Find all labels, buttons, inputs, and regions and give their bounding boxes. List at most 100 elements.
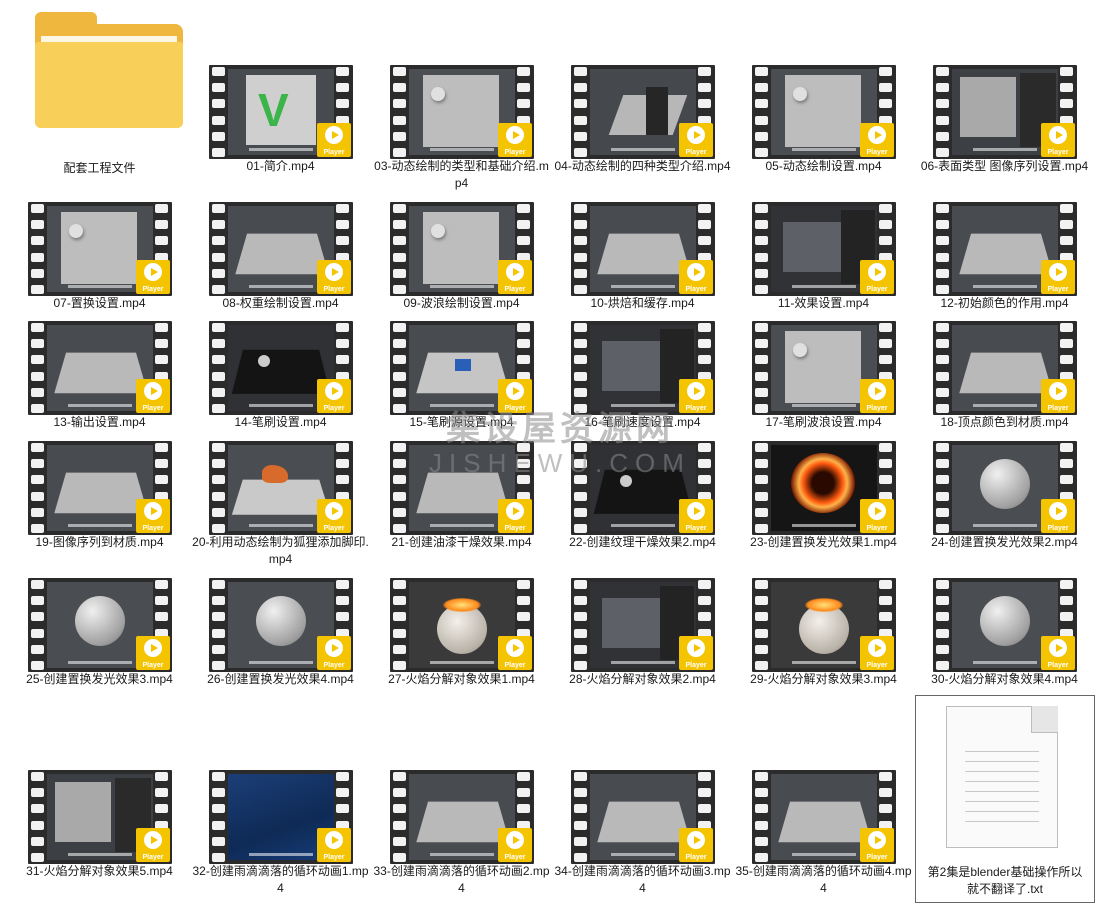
video-thumbnail: Player — [390, 578, 534, 672]
video-thumbnail: Player — [209, 321, 353, 415]
video-file-item[interactable]: Player 15-笔刷源设置.mp4 — [371, 321, 552, 451]
player-badge-icon: Player — [498, 123, 532, 157]
video-file-item[interactable]: Player 27-火焰分解对象效果1.mp4 — [371, 578, 552, 708]
player-badge-icon: Player — [498, 499, 532, 533]
film-strip-icon: Player — [752, 770, 896, 864]
film-strip-icon: Player — [390, 65, 534, 159]
video-file-item[interactable]: Player 26-创建置换发光效果4.mp4 — [190, 578, 371, 708]
video-file-item[interactable]: Player 04-动态绘制的四种类型介绍.mp4 — [552, 65, 733, 195]
text-file-item[interactable]: 第2集是blender基础操作所以就不翻译了.txt — [915, 695, 1095, 903]
video-thumbnail: Player — [933, 65, 1077, 159]
video-file-item[interactable]: Player 05-动态绘制设置.mp4 — [733, 65, 914, 195]
film-strip-icon: Player — [571, 770, 715, 864]
player-badge-icon: Player — [860, 636, 894, 670]
video-thumbnail: Player — [752, 202, 896, 296]
video-thumbnail: Player — [209, 202, 353, 296]
video-file-item[interactable]: Player 13-输出设置.mp4 — [9, 321, 190, 451]
player-badge-icon: Player — [860, 499, 894, 533]
player-badge-icon: Player — [679, 123, 713, 157]
video-file-item[interactable]: Player 19-图像序列到材质.mp4 — [9, 441, 190, 571]
video-file-label: 07-置换设置.mp4 — [53, 296, 146, 310]
video-thumbnail: Player — [390, 321, 534, 415]
folder-item[interactable]: 配套工程文件 — [9, 0, 190, 180]
player-badge-icon: Player — [136, 828, 170, 862]
video-file-item[interactable]: Player 09-波浪绘制设置.mp4 — [371, 202, 552, 332]
video-file-item[interactable]: Player 32-创建雨滴滴落的循环动画1.mp4 — [190, 770, 371, 900]
video-file-label: 09-波浪绘制设置.mp4 — [403, 296, 520, 310]
video-file-label: 21-创建油漆干燥效果.mp4 — [391, 535, 532, 549]
film-strip-icon: Player — [209, 578, 353, 672]
video-file-label: 15-笔刷源设置.mp4 — [409, 415, 514, 429]
film-strip-icon: Player — [933, 65, 1077, 159]
video-thumbnail: Player — [390, 202, 534, 296]
video-thumbnail: Player — [390, 441, 534, 535]
video-file-label: 06-表面类型 图像序列设置.mp4 — [920, 159, 1089, 173]
film-strip-icon: Player — [752, 441, 896, 535]
film-strip-icon: Player — [571, 202, 715, 296]
film-strip-icon: Player — [28, 578, 172, 672]
video-file-item[interactable]: Player 31-火焰分解对象效果5.mp4 — [9, 770, 190, 900]
video-file-label: 10-烘焙和缓存.mp4 — [590, 296, 695, 310]
video-file-label: 19-图像序列到材质.mp4 — [35, 535, 164, 549]
film-strip-icon: Player — [390, 578, 534, 672]
player-badge-icon: Player — [1041, 260, 1075, 294]
video-file-item[interactable]: Player 07-置换设置.mp4 — [9, 202, 190, 332]
video-file-item[interactable]: Player 03-动态绘制的类型和基础介绍.mp4 — [371, 65, 552, 195]
film-strip-icon: Player — [933, 578, 1077, 672]
video-file-label: 12-初始颜色的作用.mp4 — [940, 296, 1069, 310]
video-file-label: 11-效果设置.mp4 — [777, 296, 870, 310]
video-file-item[interactable]: Player 16-笔刷速度设置.mp4 — [552, 321, 733, 451]
video-file-item[interactable]: Player 22-创建纹理干燥效果2.mp4 — [552, 441, 733, 571]
film-strip-icon: Player — [933, 321, 1077, 415]
video-file-item[interactable]: Player 28-火焰分解对象效果2.mp4 — [552, 578, 733, 708]
video-thumbnail: Player — [571, 770, 715, 864]
player-badge-icon: Player — [317, 499, 351, 533]
film-strip-icon: Player — [209, 770, 353, 864]
video-file-item[interactable]: Player 06-表面类型 图像序列设置.mp4 — [914, 65, 1095, 195]
video-file-item[interactable]: Player 12-初始颜色的作用.mp4 — [914, 202, 1095, 332]
video-file-label: 22-创建纹理干燥效果2.mp4 — [569, 535, 716, 549]
video-file-item[interactable]: Player 21-创建油漆干燥效果.mp4 — [371, 441, 552, 571]
video-file-label: 33-创建雨滴滴落的循环动画2.mp4 — [373, 864, 550, 895]
player-badge-icon: Player — [679, 636, 713, 670]
video-file-item[interactable]: Player 18-顶点颜色到材质.mp4 — [914, 321, 1095, 451]
video-file-label: 31-火焰分解对象效果5.mp4 — [26, 864, 173, 878]
film-strip-icon: Player — [933, 202, 1077, 296]
video-file-item[interactable]: Player 20-利用动态绘制为狐狸添加脚印.mp4 — [190, 441, 371, 571]
video-file-item[interactable]: Player 11-效果设置.mp4 — [733, 202, 914, 332]
video-file-item[interactable]: Player 08-权重绘制设置.mp4 — [190, 202, 371, 332]
video-file-item[interactable]: Player 33-创建雨滴滴落的循环动画2.mp4 — [371, 770, 552, 900]
video-file-label: 04-动态绘制的四种类型介绍.mp4 — [554, 159, 731, 173]
player-badge-icon: Player — [860, 123, 894, 157]
player-badge-icon: Player — [860, 379, 894, 413]
video-thumbnail: Player — [752, 441, 896, 535]
film-strip-icon: Player — [390, 202, 534, 296]
video-file-item[interactable]: Player 23-创建置换发光效果1.mp4 — [733, 441, 914, 571]
video-thumbnail: Player — [933, 441, 1077, 535]
film-strip-icon: Player — [209, 441, 353, 535]
video-file-label: 23-创建置换发光效果1.mp4 — [750, 535, 897, 549]
folder-label: 配套工程文件 — [63, 161, 136, 175]
video-file-item[interactable]: Player 17-笔刷波浪设置.mp4 — [733, 321, 914, 451]
video-thumbnail: Player — [209, 441, 353, 535]
video-thumbnail: Player — [571, 202, 715, 296]
video-thumbnail: Player — [933, 321, 1077, 415]
video-file-item[interactable]: Player 24-创建置换发光效果2.mp4 — [914, 441, 1095, 571]
text-document-icon — [946, 706, 1058, 848]
video-file-item[interactable]: Player 14-笔刷设置.mp4 — [190, 321, 371, 451]
video-file-item[interactable]: V Player 01-简介.mp4 — [190, 65, 371, 195]
video-file-item[interactable]: Player 25-创建置换发光效果3.mp4 — [9, 578, 190, 708]
player-badge-icon: Player — [317, 379, 351, 413]
video-thumbnail: Player — [571, 65, 715, 159]
video-thumbnail: Player — [390, 65, 534, 159]
video-file-item[interactable]: Player 35-创建雨滴滴落的循环动画4.mp4 — [733, 770, 914, 900]
video-file-item[interactable]: Player 30-火焰分解对象效果4.mp4 — [914, 578, 1095, 708]
video-file-label: 35-创建雨滴滴落的循环动画4.mp4 — [735, 864, 912, 895]
film-strip-icon: Player — [571, 321, 715, 415]
video-file-item[interactable]: Player 10-烘焙和缓存.mp4 — [552, 202, 733, 332]
video-file-item[interactable]: Player 34-创建雨滴滴落的循环动画3.mp4 — [552, 770, 733, 900]
video-file-label: 13-输出设置.mp4 — [53, 415, 146, 429]
video-thumbnail: Player — [28, 770, 172, 864]
player-badge-icon: Player — [317, 636, 351, 670]
video-file-item[interactable]: Player 29-火焰分解对象效果3.mp4 — [733, 578, 914, 708]
